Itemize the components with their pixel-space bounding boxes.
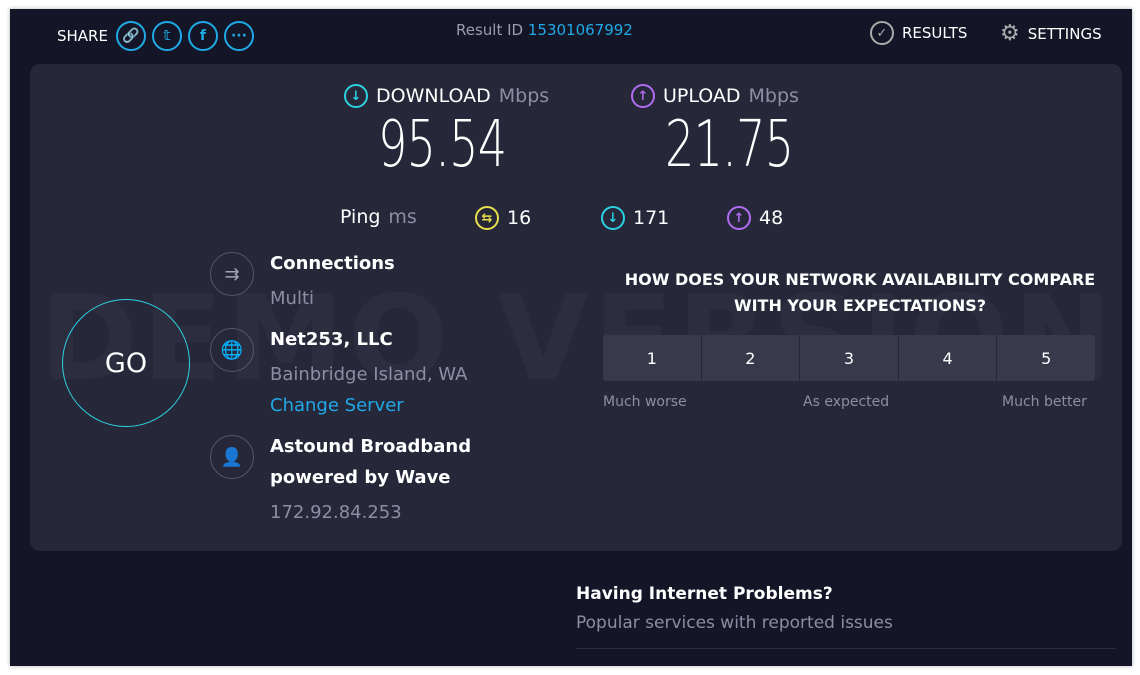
isp-name-line1: Astound Broadband: [270, 436, 472, 457]
result-id: Result ID 15301067992: [456, 21, 633, 39]
user-icon: 👤: [210, 435, 254, 479]
ping-download: ↓ 171: [601, 206, 669, 230]
check-icon: ✓: [870, 21, 894, 45]
isp-ip: 172.92.84.253: [270, 502, 402, 523]
result-id-link[interactable]: 15301067992: [528, 21, 633, 39]
ping-label: Ping ms: [340, 206, 417, 228]
survey-option-4[interactable]: 4: [899, 335, 998, 381]
problems-subtitle: Popular services with reported issues: [576, 613, 893, 633]
upload-icon: ↑: [727, 206, 751, 230]
scale-high-label: Much better: [1002, 394, 1087, 410]
facebook-icon[interactable]: f: [187, 21, 218, 51]
server-name: Net253, LLC: [270, 329, 393, 350]
ping-idle-icon: ⇆: [475, 206, 499, 230]
survey-option-2[interactable]: 2: [702, 335, 801, 381]
ping-upload: ↑ 48: [727, 206, 783, 230]
survey-scale: 1 2 3 4 5: [603, 335, 1095, 381]
server-location: Bainbridge Island, WA: [270, 364, 468, 385]
survey-question: HOW DOES YOUR NETWORK AVAILABILITY COMPA…: [624, 270, 1096, 315]
upload-icon: ↑: [631, 84, 655, 108]
divider: [576, 648, 1116, 649]
connections-value: Multi: [270, 288, 314, 309]
globe-icon: 🌐: [210, 328, 254, 372]
more-icon[interactable]: ···: [223, 21, 254, 51]
survey-option-1[interactable]: 1: [603, 335, 702, 381]
download-label: ↓ DOWNLOAD Mbps: [344, 84, 549, 108]
download-icon: ↓: [601, 206, 625, 230]
upload-label: ↑ UPLOAD Mbps: [631, 84, 799, 108]
speedtest-window: SHARE 🔗 𝕥 f ··· Result ID 15301067992 ✓ R…: [10, 9, 1132, 666]
result-card: DEMO VERSION ↓ DOWNLOAD Mbps 95.54 ↑ UPLOAD…: [30, 64, 1122, 551]
scale-low-label: Much worse: [603, 394, 687, 410]
scale-mid-label: As expected: [803, 394, 890, 410]
gear-icon: ⚙: [1000, 21, 1020, 46]
isp-name-line2: powered by Wave: [270, 467, 451, 488]
download-icon: ↓: [344, 84, 368, 108]
upload-value: 21.75: [665, 108, 794, 182]
settings-button[interactable]: ⚙ SETTINGS: [1000, 21, 1102, 46]
twitter-icon[interactable]: 𝕥: [151, 21, 182, 51]
connections-icon: ⇉: [210, 252, 254, 296]
go-button[interactable]: GO: [62, 299, 190, 427]
link-icon[interactable]: 🔗: [115, 21, 146, 51]
results-button[interactable]: ✓ RESULTS: [870, 21, 967, 45]
share-bar: SHARE 🔗 𝕥 f ···: [57, 21, 254, 51]
survey-option-5[interactable]: 5: [997, 335, 1095, 381]
share-label: SHARE: [57, 27, 108, 45]
ping-idle: ⇆ 16: [475, 206, 531, 230]
problems-title: Having Internet Problems?: [576, 584, 833, 604]
connections-title: Connections: [270, 253, 395, 274]
change-server-link[interactable]: Change Server: [270, 395, 404, 416]
download-value: 95.54: [378, 108, 507, 182]
survey-option-3[interactable]: 3: [800, 335, 899, 381]
